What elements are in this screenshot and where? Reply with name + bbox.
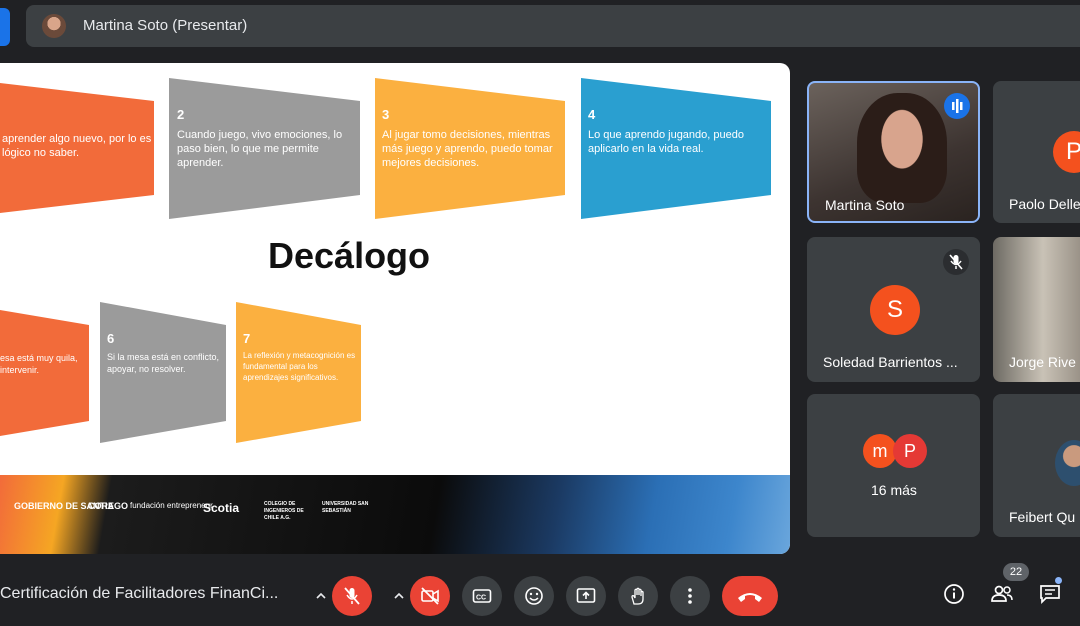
presenter-label: Martina Soto (Presentar) <box>83 17 248 34</box>
present-icon <box>576 588 596 603</box>
participant-avatar: S <box>870 285 920 335</box>
people-count-badge: 22 <box>1003 563 1029 581</box>
top-bar: Martina Soto (Presentar) <box>0 0 1080 52</box>
end-call-icon <box>738 593 762 602</box>
participant-tile-soledad[interactable]: S Soledad Barrientos ... <box>807 237 980 382</box>
participant-name: Martina Soto <box>825 197 905 213</box>
emoji-button[interactable] <box>514 576 554 616</box>
more-count: 16 más <box>871 482 917 498</box>
logo-uss: UNIVERSIDAD SAN SEBASTIÁN <box>322 501 369 514</box>
captions-icon: CC <box>472 589 492 603</box>
participant-avatar <box>1055 440 1080 486</box>
card-6: 6 Si la mesa está en conflicto, apoyar, … <box>107 331 223 375</box>
raise-hand-button[interactable] <box>618 576 658 616</box>
card-2: 2 Cuando juego, vivo emociones, lo paso … <box>177 108 355 170</box>
captions-button[interactable]: CC <box>462 576 502 616</box>
meeting-title: Certificación de Facilitadores FinanCi..… <box>0 585 279 602</box>
participant-tile-paolo[interactable]: P Paolo Delle <box>993 81 1080 223</box>
logo-colegio: COLEGIO DE INGENIEROS DE CHILE A.G. <box>264 501 304 521</box>
card-6-text: Si la mesa está en conflicto, apoyar, no… <box>107 352 220 374</box>
card-5-text: esa está muy quila, intervenir. <box>0 353 78 375</box>
card-4: 4 Lo que aprendo jugando, puedo aplicarl… <box>588 108 766 156</box>
raise-hand-icon <box>631 587 644 605</box>
more-icon <box>688 588 692 604</box>
card-1: aprender algo nuevo, por lo es lógico no… <box>2 132 152 160</box>
logo-scotia: Scotia <box>203 501 240 515</box>
card-2-text: Cuando juego, vivo emociones, lo paso bi… <box>177 129 343 169</box>
mic-off-icon <box>344 587 360 605</box>
participant-name: Jorge Rive <box>1009 354 1076 370</box>
camera-toggle-button[interactable] <box>410 576 450 616</box>
card-7-text: La reflexión y metacognición es fundamen… <box>243 351 356 382</box>
slide-footer: GOBIERNO DE SANTIAGO CORE fundación entr… <box>0 475 790 554</box>
participant-tile-martina[interactable]: Martina Soto <box>807 81 980 223</box>
participant-tile-feibert[interactable]: Feibert Qu <box>993 394 1080 537</box>
present-button[interactable] <box>566 576 606 616</box>
card-2-number: 2 <box>177 107 185 122</box>
svg-text:CC: CC <box>476 595 486 602</box>
blue-tab[interactable] <box>0 8 10 46</box>
emoji-icon <box>525 587 543 605</box>
info-icon[interactable] <box>943 583 965 605</box>
slide-title: Decálogo <box>268 235 431 276</box>
participant-name: Soledad Barrientos ... <box>823 354 958 370</box>
card-6-number: 6 <box>107 331 115 346</box>
camera-off-icon <box>421 587 439 605</box>
mic-muted-icon <box>943 249 969 275</box>
people-icon[interactable] <box>990 583 1014 605</box>
card-4-number: 4 <box>588 107 596 122</box>
presenter-banner[interactable]: Martina Soto (Presentar) <box>26 5 1080 47</box>
card-3-text: Al jugar tomo decisiones, mientras más j… <box>382 129 553 169</box>
card-7-number: 7 <box>243 331 251 346</box>
presentation-slide: aprender algo nuevo, por lo es lógico no… <box>0 63 790 554</box>
participant-name: Feibert Qu <box>1009 509 1076 525</box>
card-1-text: aprender algo nuevo, por lo es lógico no… <box>2 133 152 159</box>
mic-toggle-button[interactable] <box>332 576 372 616</box>
presenter-avatar <box>42 14 66 38</box>
participant-tile-jorge[interactable]: Jorge Rive <box>993 237 1080 382</box>
mini-avatar: m <box>863 434 897 468</box>
card-3: 3 Al jugar tomo decisiones, mientras más… <box>382 108 560 170</box>
speaking-indicator-icon <box>944 93 970 119</box>
card-5: esa está muy quila, intervenir. <box>0 352 86 376</box>
camera-options-chevron-icon[interactable] <box>392 589 406 603</box>
logo-core: CORE <box>88 501 115 511</box>
logo-fundacion: fundación entrepreneur <box>130 501 213 510</box>
mini-avatar: P <box>893 434 927 468</box>
more-participants-tile[interactable]: m P 16 más <box>807 394 980 537</box>
participant-name: Paolo Delle <box>1009 196 1080 212</box>
chat-icon[interactable] <box>1039 583 1061 605</box>
card-7: 7 La reflexión y metacognición es fundam… <box>243 331 357 383</box>
card-4-text: Lo que aprendo jugando, puedo aplicarlo … <box>588 129 744 155</box>
more-options-button[interactable] <box>670 576 710 616</box>
end-call-button[interactable] <box>722 576 778 616</box>
card-3-number: 3 <box>382 107 390 122</box>
participant-video <box>857 93 947 203</box>
mic-options-chevron-icon[interactable] <box>314 589 328 603</box>
participant-avatar: P <box>1053 131 1080 173</box>
chat-notification-dot <box>1055 577 1062 584</box>
